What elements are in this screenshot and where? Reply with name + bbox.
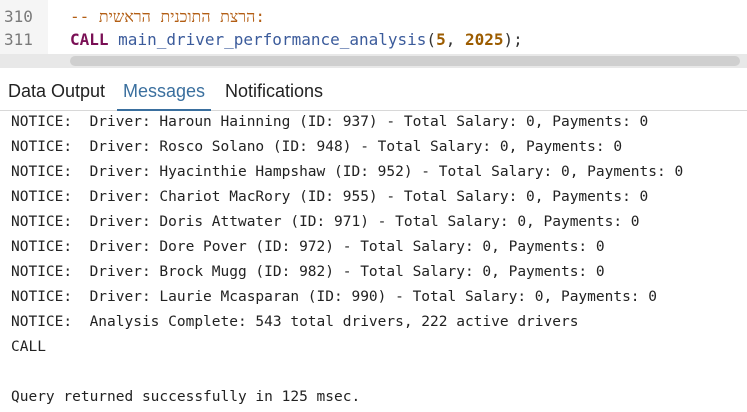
notice-line: NOTICE: Driver: Doris Attwater (ID: 971)… — [11, 214, 640, 230]
argument-2: 2025 — [464, 30, 504, 49]
line-number: 311 — [4, 30, 33, 49]
tab-notifications[interactable]: Notifications — [225, 68, 323, 110]
argument-1: 5 — [436, 30, 446, 49]
call-line: CALL — [11, 339, 46, 355]
query-status-line: Query returned successfully in 125 msec. — [11, 389, 361, 405]
scrollbar-thumb[interactable] — [70, 56, 740, 66]
arg-separator: , — [445, 30, 465, 49]
sql-editor[interactable]: 310 311 -- הרצת התוכנית הראשית: CALL mai… — [0, 0, 747, 54]
sql-keyword: CALL — [70, 30, 109, 49]
results-tab-bar: Data Output Messages Notifications — [0, 68, 747, 111]
code-call-line: CALL main_driver_performance_analysis(5,… — [70, 29, 523, 51]
notice-line: NOTICE: Driver: Chariot MacRory (ID: 955… — [11, 189, 649, 205]
editor-horizontal-scrollbar[interactable] — [0, 54, 747, 68]
close-paren: ); — [503, 30, 523, 49]
analysis-complete-line: NOTICE: Analysis Complete: 543 total dri… — [11, 314, 579, 330]
notice-line: NOTICE: Driver: Brock Mugg (ID: 982) - T… — [11, 264, 605, 280]
procedure-name: main_driver_performance_analysis — [118, 30, 427, 49]
tab-messages[interactable]: Messages — [116, 68, 212, 111]
messages-panel: NOTICE: Driver: Haroun Hainning (ID: 937… — [0, 111, 747, 412]
open-paren: ( — [426, 30, 437, 49]
tab-data-output[interactable]: Data Output — [8, 68, 105, 110]
notice-line: NOTICE: Driver: Dore Pover (ID: 972) - T… — [11, 239, 605, 255]
code-comment-line: -- הרצת התוכנית הראשית: — [70, 7, 265, 26]
notice-line: NOTICE: Driver: Rosco Solano (ID: 948) -… — [11, 139, 623, 155]
line-number-gutter: 310 311 — [0, 0, 48, 54]
notice-line: NOTICE: Driver: Haroun Hainning (ID: 937… — [11, 114, 649, 130]
notice-line: NOTICE: Driver: Laurie Mcasparan (ID: 99… — [11, 289, 658, 305]
line-number: 310 — [4, 7, 33, 26]
notice-line: NOTICE: Driver: Hyacinthie Hampshaw (ID:… — [11, 164, 684, 180]
